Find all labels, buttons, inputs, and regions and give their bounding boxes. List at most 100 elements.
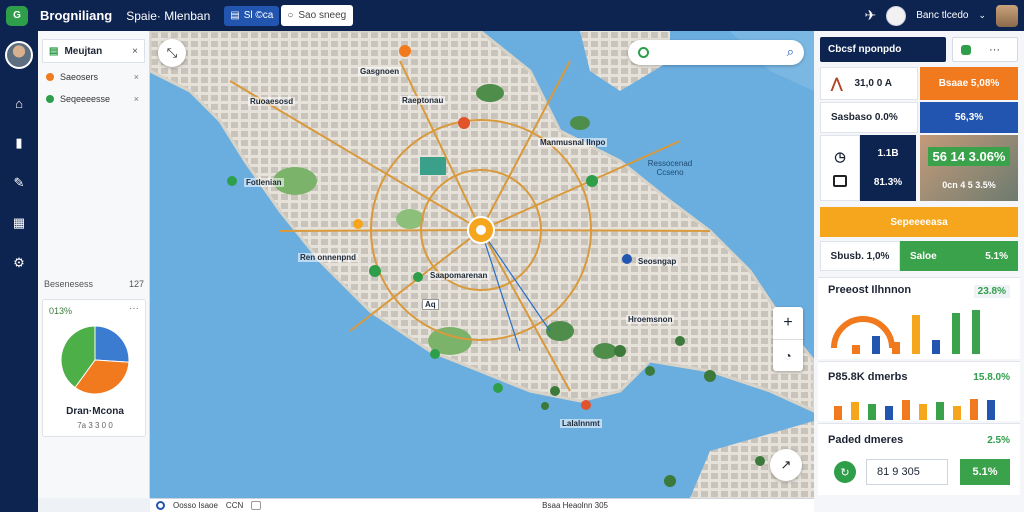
map-label: Lalalnnmt [560, 419, 602, 428]
metric-value: 56 14 3.06% [928, 146, 1010, 166]
chart-bar [952, 313, 960, 354]
stats-card-label: Dran·Mcona [66, 406, 124, 417]
edit-icon[interactable]: ✎ [7, 171, 31, 195]
metric-card[interactable]: ⋀ 31,0 0 A [820, 67, 918, 100]
chart-bar [852, 345, 860, 354]
box-icon [833, 175, 847, 187]
chart-section: Preeost Ilhnnon 23.8% [818, 277, 1020, 359]
locate-button[interactable]: ◔ [773, 339, 803, 371]
search-icon: ○ [287, 10, 294, 21]
metric-value: 0cn 4 5 3.5% [942, 179, 996, 190]
app-subtitle: Spaie· Mlenban [126, 8, 211, 23]
user-avatar[interactable] [996, 4, 1018, 27]
stats-card-sub: 7a 3 3 0 0 [77, 421, 113, 430]
right-panel: Cbcsf nponpdo ··· ⋀ 31,0 0 A Bsaae 5,08%… [814, 31, 1024, 512]
map-label: Manmusnal Ilnpo [538, 138, 608, 147]
settings-icon[interactable]: ⚙ [7, 251, 31, 275]
remove-layer-icon[interactable]: × [134, 72, 139, 82]
metric-value: 56,3% [954, 112, 984, 123]
metric-value: Sbusb. 1,0% [830, 250, 890, 262]
bar-chart [828, 394, 1014, 420]
section-title: P85.8K dmerbs [828, 371, 908, 383]
section-title: Preeost Ilhnnon [828, 284, 912, 296]
coordinates-readout: Bsaa Heaolnn 305 [542, 501, 608, 510]
layer-toggle-button[interactable]: ▤ Sl ©ca [224, 5, 280, 26]
metric-card[interactable]: 1.1B 81.3% [860, 135, 916, 201]
chart-bar [953, 406, 961, 420]
map-label: Raeptonau [400, 96, 446, 105]
pin-icon[interactable]: ✈ [864, 7, 876, 24]
top-search-input[interactable]: ○ Sao sneeg [281, 5, 354, 26]
remove-layer-icon[interactable]: × [134, 94, 139, 104]
metric-card[interactable]: 56 14 3.06% 0cn 4 5 3.5% [920, 135, 1018, 201]
banner-button[interactable]: Sepeeeeasa [820, 207, 1018, 237]
map-tag: Aq [422, 299, 439, 310]
refresh-icon[interactable]: ↻ [834, 461, 856, 483]
close-icon[interactable]: × [132, 46, 138, 57]
chart-section: Paded dmeres 2.5% [818, 423, 1020, 449]
top-bar: G Brogniliang Spaie· Mlenban ▤ Sl ©ca ○ … [0, 0, 1024, 31]
tab-secondary-dots: ··· [989, 43, 1000, 56]
chart-section: P85.8K dmerbs 15.8.0% [818, 361, 1020, 421]
calendar-icon[interactable]: ▦ [7, 211, 31, 235]
layers-icon: ▤ [230, 10, 240, 21]
layer-item[interactable]: Seqeeeesse × [42, 91, 145, 107]
pie-slice [94, 325, 130, 363]
app-logo[interactable]: G [6, 5, 28, 26]
book-icon[interactable]: ▮ [7, 131, 31, 155]
more-icon[interactable]: ··· [129, 303, 139, 314]
layer-item[interactable]: Saeosers × [42, 69, 145, 85]
footer-badge[interactable]: 5.1% [960, 459, 1010, 485]
location-ring-icon [156, 501, 165, 510]
section-value: 23.8% [973, 285, 1010, 298]
section-title: Paded dmeres [828, 434, 904, 446]
layer-item-label: Saeosers [60, 72, 99, 82]
metric-value: 5.1% [985, 250, 1008, 262]
stats-percent: 013% [49, 306, 73, 316]
chart-bar [972, 310, 980, 354]
metric-card[interactable]: Sbusb. 1,0% [820, 241, 900, 271]
collapse-map-button[interactable]: ⤡ [158, 39, 186, 67]
metric-card[interactable]: 56,3% [920, 102, 1018, 133]
search-icon[interactable]: ⌕ [787, 44, 794, 60]
zoom-in-button[interactable]: + [773, 307, 803, 339]
metric-card[interactable]: Saloe 5.1% [900, 241, 1018, 271]
chart-bar [868, 404, 876, 420]
map-canvas[interactable]: Gasgnoen Raeptonau Manmusnal Ilnpo Resso… [150, 31, 814, 498]
user-circle-icon[interactable] [886, 5, 907, 26]
compass-button[interactable]: ↗ [770, 449, 802, 481]
footer-field[interactable]: 81 9 305 [866, 459, 948, 485]
map-label: Saapomarenan [428, 271, 490, 280]
metric-value: Bsaae 5,08% [938, 78, 1000, 89]
chart-bar [919, 404, 927, 420]
stats-header: Besenesess 127 [44, 279, 144, 289]
chevron-down-icon[interactable]: ⌄ [978, 10, 986, 21]
stats-card: 013% ··· Dran·Mcona 7a 3 3 0 0 [42, 299, 146, 437]
layer-item-label: Seqeeeesse [60, 94, 111, 104]
chart-bar [936, 402, 944, 420]
metric-card[interactable]: ◷ [820, 135, 860, 201]
metric-value: 81.3% [873, 177, 903, 188]
layers-title: Meujtan [64, 45, 103, 57]
map-label: Ren onnenpnd [298, 253, 358, 262]
section-value: 15.8.0% [973, 372, 1010, 383]
map-search-input[interactable]: ⌕ [628, 40, 804, 65]
layer-dot-icon [46, 95, 54, 103]
tab-secondary[interactable]: ··· [952, 37, 1018, 62]
metric-card[interactable]: Bsaae 5,08% [920, 67, 1018, 100]
user-name[interactable]: Banc tlcedo [916, 10, 968, 21]
map-label: Fotlenian [244, 178, 284, 187]
chart-bar [872, 336, 880, 354]
status-chip-box[interactable] [251, 501, 262, 510]
home-icon[interactable]: ⌂ [7, 91, 31, 115]
list-icon: ▤ [49, 45, 59, 57]
map-label: Ressocenad Ccseno [647, 159, 693, 177]
metric-card[interactable]: Sasbaso 0.0% [820, 102, 918, 133]
layers-panel: ▤ Meujtan × Saeosers × Seqeeeesse × Bese… [38, 31, 150, 498]
profile-avatar[interactable] [5, 41, 33, 69]
map-label: Gasgnoen [358, 67, 402, 76]
status-chip[interactable]: CCN [226, 501, 243, 510]
green-square-icon [961, 44, 971, 55]
stats-count: 127 [128, 279, 144, 289]
tab-overview[interactable]: Cbcsf nponpdo [820, 37, 946, 62]
